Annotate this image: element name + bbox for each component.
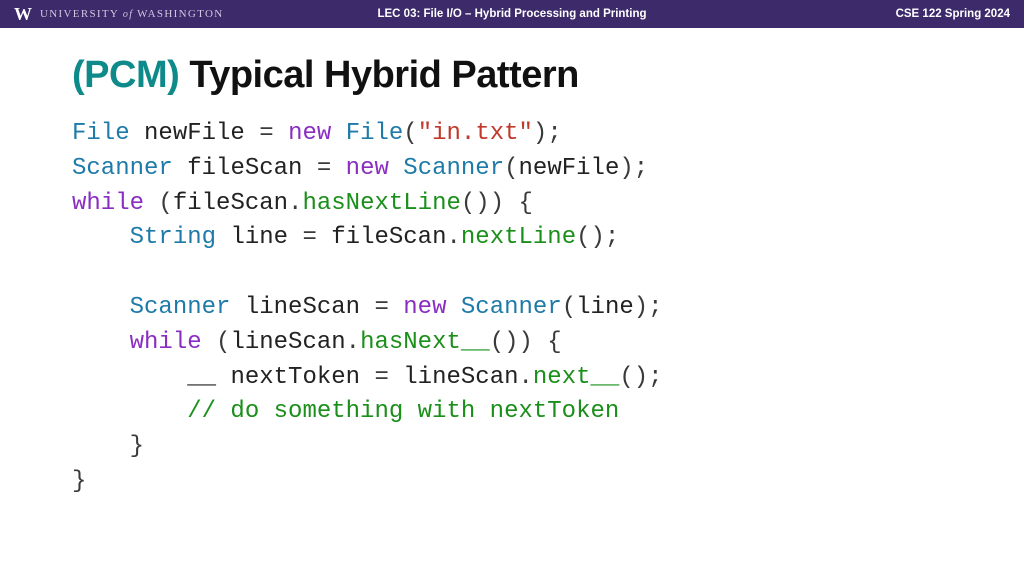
uw-logo-icon: W	[14, 4, 32, 25]
title-text: Typical Hybrid Pattern	[179, 54, 579, 96]
slide-title: (PCM) Typical Hybrid Pattern	[72, 54, 952, 97]
university-name: UNIVERSITY of WASHINGTON	[40, 8, 224, 20]
code-block: File newFile = new File("in.txt"); Scann…	[72, 117, 952, 500]
lecture-title: LEC 03: File I/O – Hybrid Processing and…	[377, 8, 646, 20]
slide-content: (PCM) Typical Hybrid Pattern File newFil…	[0, 28, 1024, 500]
title-prefix: (PCM)	[72, 54, 179, 96]
course-term: CSE 122 Spring 2024	[896, 8, 1010, 20]
slide-header: W UNIVERSITY of WASHINGTON LEC 03: File …	[0, 0, 1024, 28]
header-left: W UNIVERSITY of WASHINGTON	[14, 4, 224, 25]
